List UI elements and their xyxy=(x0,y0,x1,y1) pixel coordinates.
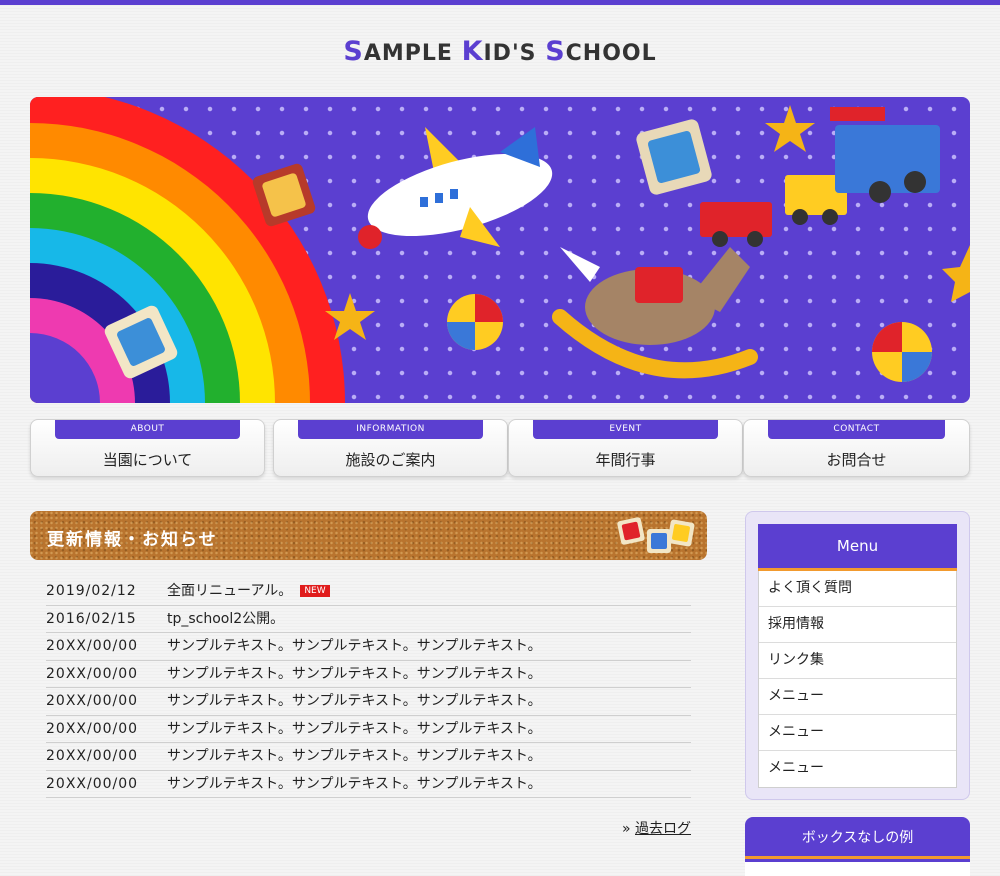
sidebar-no-box-title: ボックスなしの例 xyxy=(745,817,970,859)
train-illustration xyxy=(700,107,940,247)
title-word-3: SCHOOL xyxy=(545,36,657,67)
news-item: 2016/02/15 tp_school2公開。 xyxy=(46,606,691,633)
news-date: 20XX/00/00 xyxy=(46,665,139,682)
nav-label: 年間行事 xyxy=(595,451,656,469)
star-illustration-1 xyxy=(765,105,815,152)
title-word-1: SAMPLE xyxy=(343,36,462,67)
past-log-row: » 過去ログ xyxy=(560,818,691,838)
sidebar-item-links[interactable]: リンク集 xyxy=(759,643,956,679)
news-item: 20XX/00/00 サンプルテキスト。サンプルテキスト。サンプルテキスト。 xyxy=(46,771,691,798)
ball-illustration-1 xyxy=(447,294,503,350)
nav-label: 当園について xyxy=(102,451,193,469)
sidebar-item-menu[interactable]: メニュー xyxy=(759,751,956,787)
news-text: サンプルテキスト。サンプルテキスト。サンプルテキスト。 xyxy=(167,775,542,792)
sidebar-item-menu[interactable]: メニュー xyxy=(759,715,956,751)
sidebar-item-recruit[interactable]: 採用情報 xyxy=(759,607,956,643)
news-date: 20XX/00/00 xyxy=(46,775,139,792)
news-item: 20XX/00/00 サンプルテキスト。サンプルテキスト。サンプルテキスト。 xyxy=(46,661,691,688)
news-item: 20XX/00/00 サンプルテキスト。サンプルテキスト。サンプルテキスト。 xyxy=(46,743,691,771)
sidebar-menu-list: よく頂く質問 採用情報 リンク集 メニュー メニュー メニュー xyxy=(758,571,957,788)
nav-label: お問合せ xyxy=(826,451,887,469)
global-nav: ABOUT 当園について INFORMATION 施設のご案内 EVENT 年間… xyxy=(30,419,970,477)
nav-tab-label: ABOUT xyxy=(55,420,240,439)
sidebar-item-faq[interactable]: よく頂く質問 xyxy=(759,571,956,607)
news-text: 全面リニューアル。 NEW xyxy=(167,578,330,604)
news-text: サンプルテキスト。サンプルテキスト。サンプルテキスト。 xyxy=(167,693,542,709)
airplane-illustration xyxy=(358,127,553,249)
news-date: 2019/02/12 xyxy=(46,583,137,599)
rainbow-illustration xyxy=(30,97,345,403)
past-log-link[interactable]: 過去ログ xyxy=(635,821,691,837)
news-date: 2016/02/15 xyxy=(46,610,137,627)
news-item: 20XX/00/00 サンプルテキスト。サンプルテキスト。サンプルテキスト。 xyxy=(46,688,691,716)
sidebar-item-menu[interactable]: メニュー xyxy=(759,679,956,715)
site-logo-title[interactable]: SAMPLE KID'S SCHOOL xyxy=(0,36,1000,67)
top-accent-bar xyxy=(0,0,1000,5)
sidebar-menu-box: Menu よく頂く質問 採用情報 リンク集 メニュー メニュー メニュー xyxy=(745,511,970,800)
nav-tab-label: CONTACT xyxy=(768,420,945,439)
nav-item-information[interactable]: INFORMATION 施設のご案内 xyxy=(273,419,508,477)
news-section-title: 更新情報・お知らせ xyxy=(47,530,218,550)
news-item: 2019/02/12 全面リニューアル。 NEW xyxy=(46,578,691,606)
nav-item-about[interactable]: ABOUT 当園について xyxy=(30,419,265,477)
news-text: サンプルテキスト。サンプルテキスト。サンプルテキスト。 xyxy=(167,665,542,682)
toy-blocks-icon xyxy=(617,517,695,553)
news-date: 20XX/00/00 xyxy=(46,720,139,737)
news-text: tp_school2公開。 xyxy=(167,610,285,627)
news-date: 20XX/00/00 xyxy=(46,693,139,709)
hero-banner-image xyxy=(30,97,970,403)
news-item: 20XX/00/00 サンプルテキスト。サンプルテキスト。サンプルテキスト。 xyxy=(46,633,691,661)
new-badge: NEW xyxy=(300,585,330,597)
news-item: 20XX/00/00 サンプルテキスト。サンプルテキスト。サンプルテキスト。 xyxy=(46,716,691,743)
title-word-2: KID'S xyxy=(461,36,546,67)
sidebar-menu-title: Menu xyxy=(758,524,957,571)
toy-block-2 xyxy=(636,119,712,195)
rocking-horse-illustration xyxy=(552,247,758,379)
news-date: 20XX/00/00 xyxy=(46,748,139,764)
news-text: サンプルテキスト。サンプルテキスト。サンプルテキスト。 xyxy=(167,748,542,764)
news-section-header: 更新情報・お知らせ xyxy=(30,511,707,560)
nav-tab-label: EVENT xyxy=(533,420,718,439)
past-log-prefix: » xyxy=(621,821,631,837)
sidebar-no-box-body xyxy=(745,862,970,876)
sidebar-no-box-section: ボックスなしの例 xyxy=(745,817,970,876)
nav-item-contact[interactable]: CONTACT お問合せ xyxy=(743,419,970,477)
news-date: 20XX/00/00 xyxy=(46,638,139,654)
star-illustration-3 xyxy=(942,245,970,302)
news-text: サンプルテキスト。サンプルテキスト。サンプルテキスト。 xyxy=(167,638,542,654)
news-list: 2019/02/12 全面リニューアル。 NEW 2016/02/15 tp_sc… xyxy=(46,578,691,798)
hero-illustration xyxy=(30,97,970,403)
news-text: サンプルテキスト。サンプルテキスト。サンプルテキスト。 xyxy=(167,720,542,737)
nav-tab-label: INFORMATION xyxy=(298,420,483,439)
nav-label: 施設のご案内 xyxy=(345,451,436,469)
ball-illustration-2 xyxy=(872,322,932,382)
nav-item-event[interactable]: EVENT 年間行事 xyxy=(508,419,743,477)
